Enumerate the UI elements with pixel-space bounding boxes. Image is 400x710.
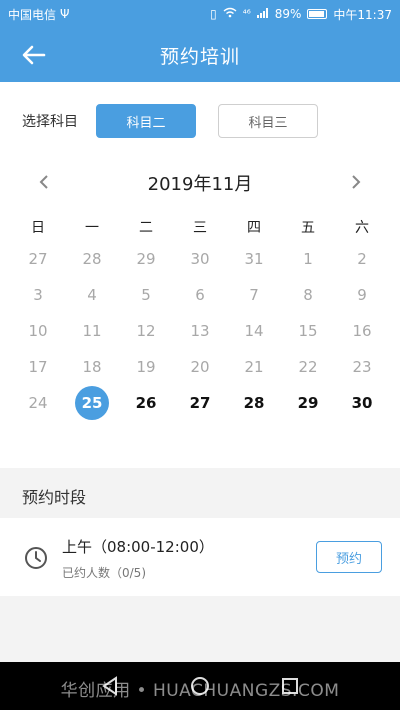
calendar-day-disabled: 3 — [33, 286, 43, 304]
calendar-day-disabled: 7 — [249, 286, 259, 304]
circle-home-icon — [191, 677, 209, 695]
subject-selector-label-row: 选择科目 — [22, 104, 78, 138]
calendar-day-disabled: 1 — [303, 250, 313, 268]
calendar-day-disabled: 19 — [136, 358, 156, 376]
calendar-day-available[interactable]: 27 — [173, 388, 227, 418]
calendar-day-disabled: 29 — [136, 250, 156, 268]
calendar-day-disabled: 17 — [28, 358, 48, 376]
next-month-button[interactable] — [344, 170, 368, 194]
calendar-day-disabled: 2 — [357, 250, 367, 268]
calendar-day-disabled: 22 — [298, 358, 318, 376]
calendar-day-disabled: 4 — [87, 286, 97, 304]
calendar-day-disabled: 28 — [82, 250, 102, 268]
section-header: 预约时段 — [0, 468, 400, 518]
status-bar: 中国电信 Ψ ▯ ⁴⁶ 89% 中午11:37 — [0, 0, 400, 28]
recent-apps-nav-button[interactable] — [278, 674, 302, 698]
section-title: 预约时段 — [22, 488, 87, 507]
calendar-day-disabled: 11 — [82, 322, 102, 340]
calendar-day-available[interactable]: 28 — [227, 388, 281, 418]
calendar-day-number: 25 — [75, 386, 109, 420]
calendar-day-disabled: 30 — [190, 250, 210, 268]
vibrate-icon: ▯ — [210, 7, 217, 21]
carrier-text: 中国电信 — [8, 7, 57, 22]
time-slot-card: 上午（08:00-12:00） 已约人数（0/5) 预约 — [0, 518, 400, 596]
battery-text: 89% — [274, 7, 302, 21]
weekday-label: 日 — [31, 220, 45, 236]
home-nav-button[interactable] — [188, 674, 212, 698]
book-button[interactable]: 预约 — [316, 541, 382, 573]
title-bar: 预约培训 — [0, 28, 400, 82]
calendar-day-disabled: 24 — [28, 394, 48, 412]
slot-count: 已约人数（0/5) — [62, 566, 146, 580]
wifi-icon — [223, 7, 237, 21]
back-button[interactable] — [18, 39, 50, 71]
calendar-day-disabled: 27 — [28, 250, 48, 268]
chevron-right-icon — [352, 175, 361, 189]
page-title: 预约培训 — [159, 45, 240, 68]
weekday-label: 二 — [139, 220, 153, 236]
calendar-day-disabled: 8 — [303, 286, 313, 304]
usb-icon: Ψ — [60, 7, 70, 21]
calendar-day-selected[interactable]: 25 — [65, 386, 119, 420]
subject-3-button[interactable]: 科目三 — [218, 104, 318, 138]
calendar-day-disabled: 14 — [244, 322, 264, 340]
subject-label: 选择科目 — [22, 114, 78, 130]
calendar-day-disabled: 21 — [244, 358, 264, 376]
calendar-day-disabled: 15 — [298, 322, 318, 340]
battery-icon — [307, 9, 328, 19]
signal-icon — [256, 7, 269, 21]
back-nav-button[interactable] — [98, 674, 122, 698]
calendar-day-disabled: 9 — [357, 286, 367, 304]
system-nav-bar — [0, 662, 400, 710]
calendar-day-disabled: 5 — [141, 286, 151, 304]
calendar-day-disabled: 13 — [190, 322, 210, 340]
square-recents-icon — [282, 678, 298, 694]
calendar-day-disabled: 18 — [82, 358, 102, 376]
calendar-day-disabled: 12 — [136, 322, 156, 340]
weekday-label: 三 — [193, 220, 207, 236]
clock-text: 中午11:37 — [333, 7, 392, 22]
calendar-day-disabled: 31 — [244, 250, 264, 268]
calendar-day-available[interactable]: 30 — [335, 388, 389, 418]
subject-2-button[interactable]: 科目二 — [96, 104, 196, 138]
month-title: 2019年11月 — [147, 174, 253, 195]
weekday-label: 四 — [247, 220, 261, 236]
weekday-label: 六 — [355, 220, 369, 236]
calendar-day-disabled: 20 — [190, 358, 210, 376]
calendar-day-disabled: 6 — [195, 286, 205, 304]
calendar-day-disabled: 23 — [352, 358, 372, 376]
weekday-label: 五 — [301, 220, 315, 236]
month-navigation: 2019年11月 — [0, 166, 400, 198]
triangle-back-icon — [102, 676, 117, 696]
clock-icon — [25, 547, 47, 569]
calendar-day-disabled: 16 — [352, 322, 372, 340]
calendar-day-disabled: 10 — [28, 322, 48, 340]
calendar-day-available[interactable]: 26 — [119, 388, 173, 418]
calendar-day-available[interactable]: 29 — [281, 388, 335, 418]
network-type: ⁴⁶ — [242, 8, 251, 20]
slot-time: 上午（08:00-12:00） — [62, 538, 214, 556]
weekday-label: 一 — [85, 220, 99, 236]
arrow-left-icon — [22, 45, 46, 65]
